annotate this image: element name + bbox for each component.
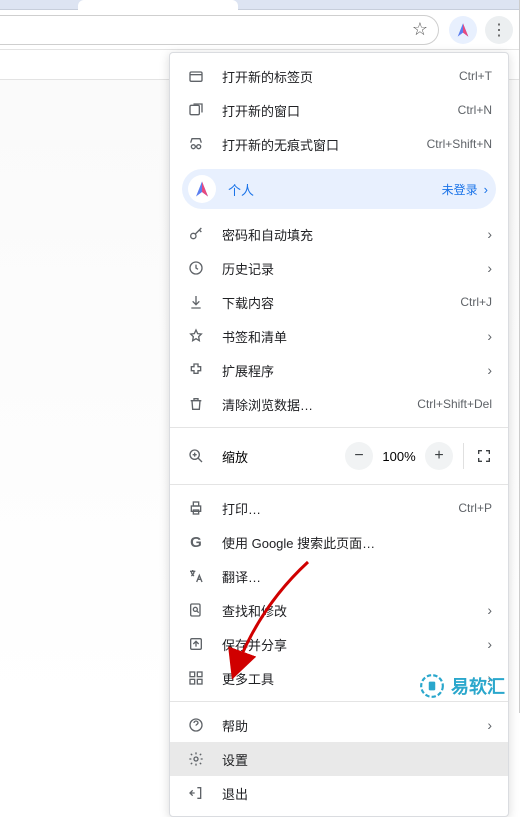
menu-label: 保存并分享 [222, 635, 481, 654]
chevron-right-icon: › [487, 602, 492, 618]
print-icon [184, 500, 208, 516]
menu-extensions[interactable]: 扩展程序 › [170, 353, 508, 387]
menu-shortcut: Ctrl+N [458, 103, 492, 117]
trash-icon [184, 396, 208, 412]
profile-avatar-icon [188, 175, 216, 203]
menu-shortcut: Ctrl+Shift+N [427, 137, 492, 151]
translate-icon [184, 568, 208, 584]
chevron-right-icon: › [484, 182, 488, 197]
app-menu: 打开新的标签页 Ctrl+T 打开新的窗口 Ctrl+N 打开新的无痕式窗口 C… [169, 52, 509, 817]
key-icon [184, 226, 208, 242]
menu-profile[interactable]: 个人 未登录 › [182, 169, 496, 209]
google-icon: G [184, 534, 208, 551]
menu-exit[interactable]: 退出 [170, 776, 508, 810]
address-bar[interactable]: ☆ [0, 15, 439, 45]
menu-label: 翻译… [222, 567, 492, 586]
separator [170, 484, 508, 485]
menu-label: 打开新的无痕式窗口 [222, 135, 427, 154]
menu-label: 历史记录 [222, 259, 481, 278]
menu-label: 下载内容 [222, 293, 460, 312]
bookmark-star-icon[interactable]: ☆ [412, 19, 428, 40]
separator [170, 701, 508, 702]
more-tools-icon [184, 670, 208, 686]
new-window-icon [184, 102, 208, 118]
menu-clear-data[interactable]: 清除浏览数据… Ctrl+Shift+Del [170, 387, 508, 421]
menu-label: 清除浏览数据… [222, 395, 417, 414]
menu-shortcut: Ctrl+Shift+Del [417, 397, 492, 411]
menu-bookmarks[interactable]: 书签和清单 › [170, 319, 508, 353]
zoom-in-button[interactable]: + [425, 442, 453, 470]
menu-label: 密码和自动填充 [222, 225, 481, 244]
menu-new-window[interactable]: 打开新的窗口 Ctrl+N [170, 93, 508, 127]
menu-search-page[interactable]: G 使用 Google 搜索此页面… [170, 525, 508, 559]
menu-label: 查找和修改 [222, 601, 481, 620]
watermark: 易软汇 [419, 673, 505, 699]
tab-icon [184, 68, 208, 84]
menu-zoom: 缩放 − 100% + [170, 434, 508, 478]
menu-print[interactable]: 打印… Ctrl+P [170, 491, 508, 525]
download-icon [184, 294, 208, 310]
profile-avatar-icon[interactable] [449, 16, 477, 44]
separator [170, 427, 508, 428]
chevron-right-icon: › [487, 226, 492, 242]
menu-label: 书签和清单 [222, 327, 481, 346]
menu-history[interactable]: 历史记录 › [170, 251, 508, 285]
help-icon [184, 717, 208, 733]
menu-save-share[interactable]: 保存并分享 › [170, 627, 508, 661]
menu-incognito[interactable]: 打开新的无痕式窗口 Ctrl+Shift+N [170, 127, 508, 161]
extension-icon [184, 362, 208, 378]
menu-label: 打印… [222, 499, 458, 518]
zoom-value: 100% [377, 449, 421, 464]
menu-label: 打开新的标签页 [222, 67, 459, 86]
menu-new-tab[interactable]: 打开新的标签页 Ctrl+T [170, 59, 508, 93]
active-tab[interactable] [78, 0, 238, 10]
menu-help[interactable]: 帮助 › [170, 708, 508, 742]
menu-shortcut: Ctrl+T [459, 69, 492, 83]
menu-settings[interactable]: 设置 [170, 742, 508, 776]
menu-downloads[interactable]: 下载内容 Ctrl+J [170, 285, 508, 319]
fullscreen-button[interactable] [470, 442, 498, 470]
zoom-out-button[interactable]: − [345, 442, 373, 470]
zoom-label: 缩放 [222, 447, 341, 466]
menu-label: 设置 [222, 750, 492, 769]
menu-passwords[interactable]: 密码和自动填充 › [170, 217, 508, 251]
profile-status: 未登录 [442, 181, 478, 198]
chevron-right-icon: › [487, 362, 492, 378]
gear-icon [184, 751, 208, 767]
profile-label: 个人 [228, 180, 442, 199]
menu-shortcut: Ctrl+J [460, 295, 492, 309]
menu-label: 帮助 [222, 716, 481, 735]
incognito-icon [184, 136, 208, 152]
menu-label: 使用 Google 搜索此页面… [222, 533, 492, 552]
menu-translate[interactable]: 翻译… [170, 559, 508, 593]
separator [463, 443, 464, 469]
menu-shortcut: Ctrl+P [458, 501, 492, 515]
app-menu-button[interactable]: ⋮ [485, 16, 513, 44]
menu-label: 扩展程序 [222, 361, 481, 380]
menu-label: 打开新的窗口 [222, 101, 458, 120]
menu-label: 退出 [222, 784, 492, 803]
chevron-right-icon: › [487, 636, 492, 652]
toolbar: ☆ ⋮ [0, 10, 519, 50]
exit-icon [184, 785, 208, 801]
save-share-icon [184, 636, 208, 652]
menu-find[interactable]: 查找和修改 › [170, 593, 508, 627]
zoom-icon [184, 448, 208, 464]
find-icon [184, 602, 208, 618]
bookmark-star-icon [184, 328, 208, 344]
watermark-icon [419, 673, 445, 699]
history-icon [184, 260, 208, 276]
chevron-right-icon: › [487, 717, 492, 733]
chevron-right-icon: › [487, 260, 492, 276]
watermark-text: 易软汇 [451, 673, 505, 699]
chevron-right-icon: › [487, 328, 492, 344]
